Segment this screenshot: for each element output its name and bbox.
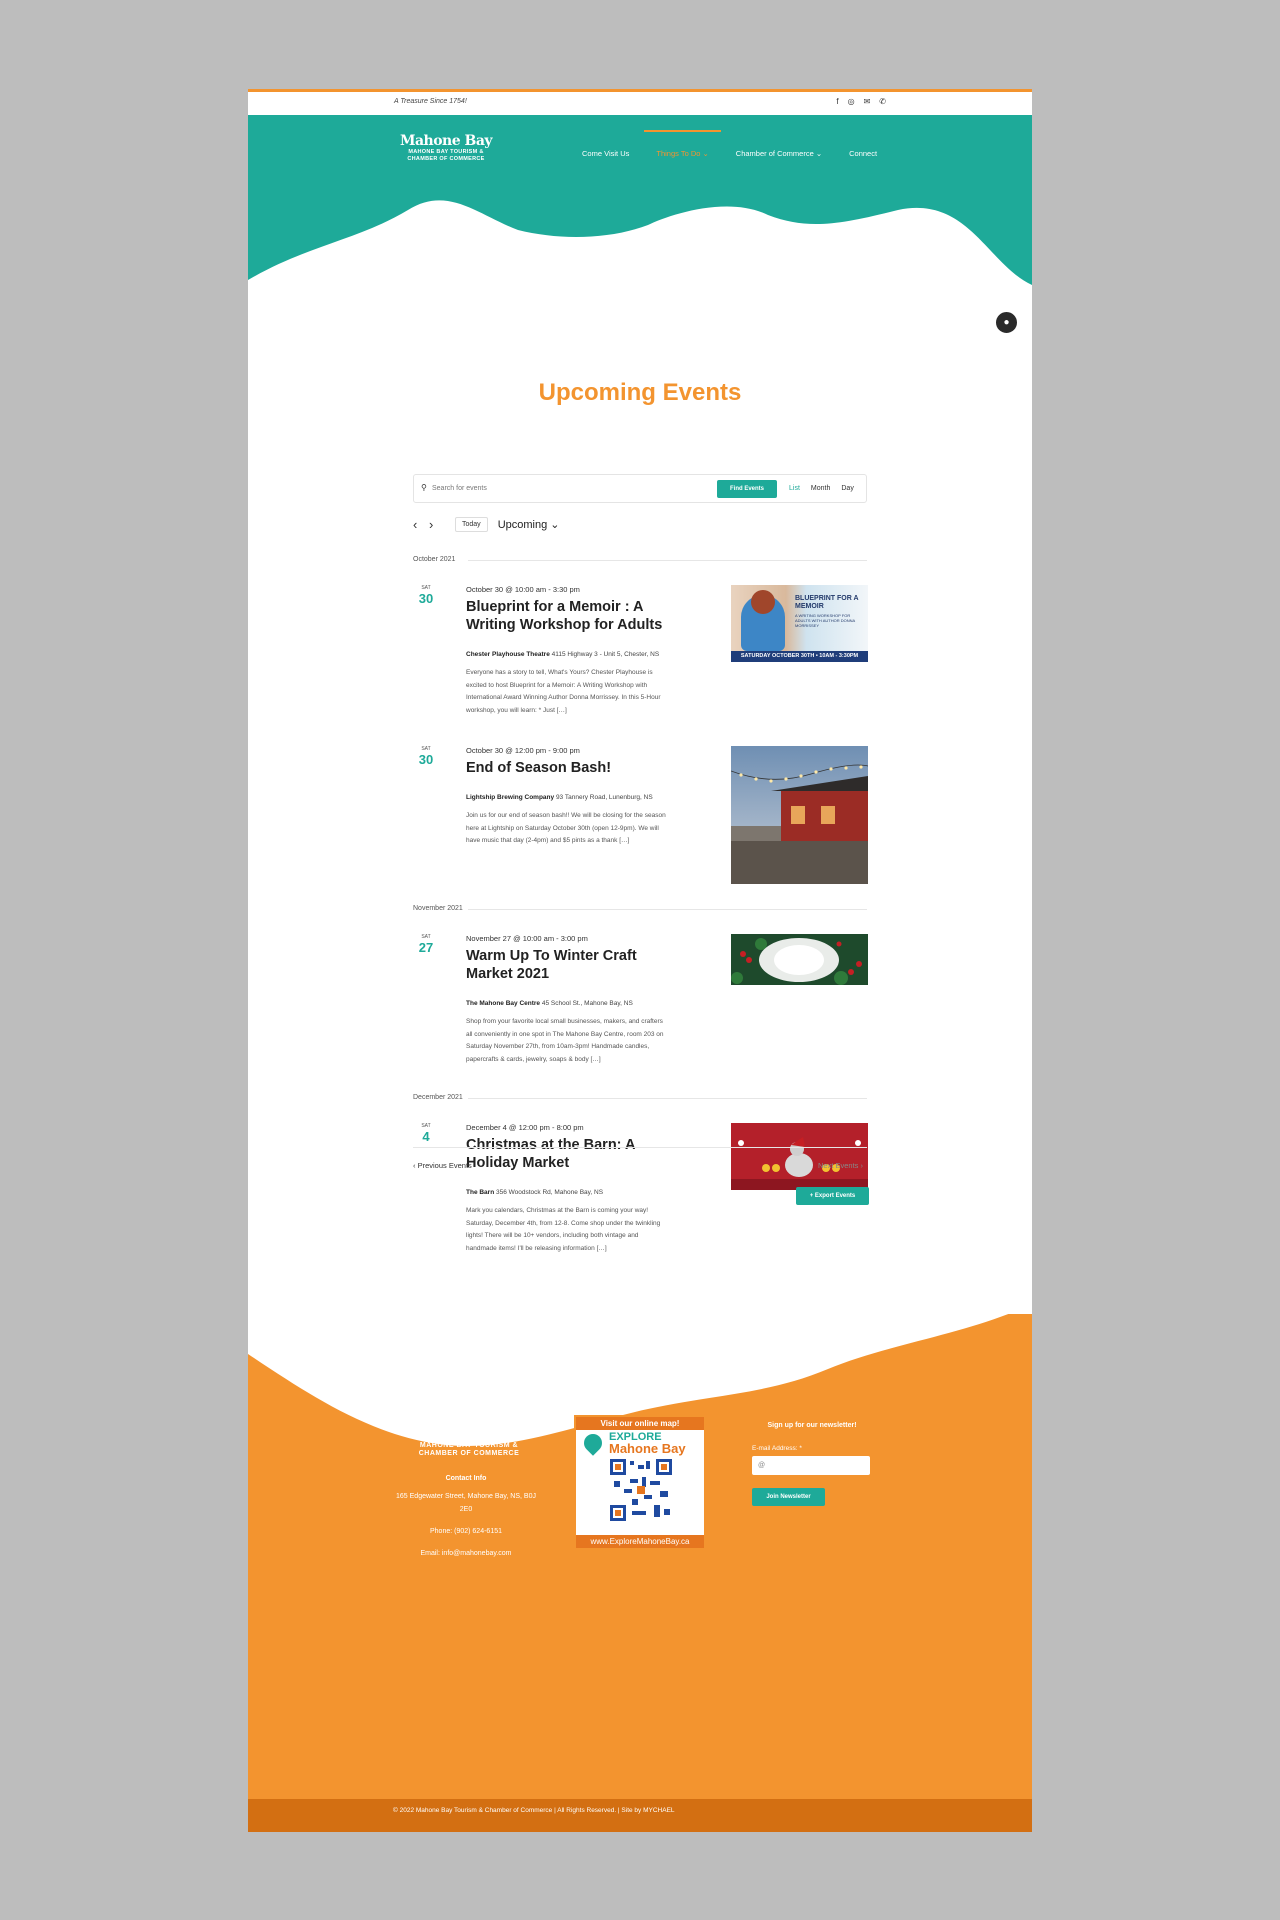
event-venue: Chester Playhouse Theatre 4115 Highway 3… (466, 651, 660, 658)
find-events-button[interactable]: Find Events (717, 480, 777, 498)
email-icon[interactable]: ✉ (864, 97, 871, 106)
view-day[interactable]: Day (841, 485, 853, 492)
events-search-bar: ⚲ Search for events Find Events List Mon… (413, 474, 867, 503)
view-list[interactable]: List (789, 485, 800, 492)
event-image[interactable] (731, 746, 868, 884)
header-logo[interactable]: Mahone Bay MAHONE BAY TOURISM & CHAMBER … (396, 133, 496, 163)
tagline: A Treasure Since 1754! (394, 98, 467, 105)
facebook-icon[interactable]: f (836, 97, 838, 106)
event-day: 30 (418, 591, 434, 606)
event-datetime: October 30 @ 12:00 pm - 9:00 pm (466, 746, 580, 755)
instagram-icon[interactable]: ◎ (848, 97, 855, 106)
page: A Treasure Since 1754! f ◎ ✉ ✆ Mahone Ba… (248, 89, 1032, 1832)
view-month[interactable]: Month (811, 485, 830, 492)
event-image[interactable]: BLUEPRINT FOR A MEMOIR A WRITING WORKSHO… (731, 585, 868, 662)
event-datetime: December 4 @ 12:00 pm - 8:00 pm (466, 1123, 584, 1132)
date-navigation: ‹ › Today Upcoming ⌄ (413, 514, 559, 534)
main-nav: Come Visit Us Things To Do ⌄ Chamber of … (582, 130, 904, 158)
event-title-link[interactable]: Blueprint for a Memoir : A Writing Works… (466, 598, 671, 634)
month-separator: October 2021 (413, 556, 867, 563)
view-switcher: List Month Day (789, 485, 854, 492)
top-bar: A Treasure Since 1754! f ◎ ✉ ✆ (248, 89, 1032, 115)
search-input[interactable]: Search for events (432, 485, 487, 492)
event-venue: Lightship Brewing Company 93 Tannery Roa… (466, 794, 653, 801)
phone-icon[interactable]: ✆ (879, 97, 886, 106)
event-image[interactable] (731, 1123, 868, 1190)
event-venue: The Barn 356 Woodstock Rd, Mahone Bay, N… (466, 1189, 604, 1196)
event-day: 4 (422, 1129, 430, 1144)
nav-come-visit-us[interactable]: Come Visit Us (582, 149, 629, 158)
month-separator: November 2021 (413, 905, 867, 912)
event-day: 27 (418, 940, 434, 955)
today-button[interactable]: Today (455, 516, 488, 532)
event-datetime: November 27 @ 10:00 am - 3:00 pm (466, 934, 588, 943)
page-title: Upcoming Events (538, 379, 742, 406)
event-datetime: October 30 @ 10:00 am - 3:30 pm (466, 585, 580, 594)
prev-arrow-icon[interactable]: ‹ (413, 517, 429, 532)
date-range-dropdown[interactable]: Upcoming ⌄ (498, 518, 560, 531)
event-title-link[interactable]: Warm Up To Winter Craft Market 2021 (466, 947, 671, 983)
nav-chamber-of-commerce[interactable]: Chamber of Commerce ⌄ (736, 149, 822, 158)
event-venue: The Mahone Bay Centre 45 School St., Mah… (466, 1000, 633, 1007)
chat-icon: ● (1003, 317, 1010, 328)
month-separator: December 2021 (413, 1094, 867, 1101)
event-image[interactable] (731, 934, 868, 985)
nav-connect[interactable]: Connect (849, 149, 877, 158)
chat-button[interactable]: ● (994, 310, 1019, 335)
event-title-link[interactable]: End of Season Bash! (466, 759, 671, 777)
event-description: Shop from your favorite local small busi… (466, 1018, 664, 1063)
event-description: Everyone has a story to tell, What's You… (466, 669, 661, 714)
next-arrow-icon[interactable]: › (429, 517, 445, 532)
nav-things-to-do[interactable]: Things To Do ⌄ (644, 130, 722, 158)
search-icon: ⚲ (421, 483, 427, 492)
event-description: Mark you calendars, Christmas at the Bar… (466, 1207, 661, 1252)
event-day: 30 (418, 752, 434, 767)
event-description: Join us for our end of season bash!! We … (466, 812, 666, 844)
event-title-link[interactable]: Christmas at the Barn: A Holiday Market (466, 1136, 671, 1172)
social-links: f ◎ ✉ ✆ (836, 97, 886, 106)
